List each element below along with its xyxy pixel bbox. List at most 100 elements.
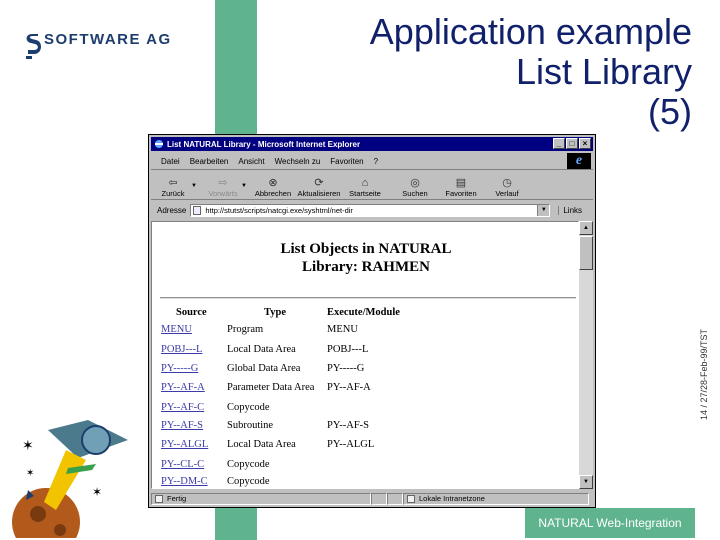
stop-button[interactable]: ⊗ Abbrechen (251, 171, 295, 199)
svg-text:✶: ✶ (22, 437, 34, 453)
page-content: List Objects in NATURAL Library: RAHMEN … (151, 221, 579, 489)
page-icon (193, 205, 202, 215)
toolbar: ⇦ Zurück ▼ ⇨ Vorwärts ▼ ⊗ Abbrechen ⟳ Ak… (151, 171, 593, 200)
scroll-up-icon[interactable]: ▲ (579, 221, 593, 235)
table-row: PY-----G Global Data Area PY-----G (152, 363, 578, 377)
source-link[interactable]: PY--DM-C (161, 476, 208, 487)
type-cell: Subroutine (227, 420, 274, 431)
refresh-icon: ⟳ (314, 177, 324, 189)
source-link[interactable]: PY--AF-A (161, 382, 205, 393)
window-title: List NATURAL Library - Microsoft Interne… (167, 139, 361, 149)
table-row: POBJ---L Local Data Area POBJ---L (152, 344, 578, 358)
page-heading-line-1: List Objects in NATURAL (280, 241, 452, 257)
source-link[interactable]: PY--CL-C (161, 459, 204, 470)
slide-title-line-2: List Library (515, 51, 692, 92)
svg-text:✶: ✶ (26, 468, 34, 479)
horizontal-rule (160, 297, 576, 299)
column-header-execute: Execute/Module (327, 307, 400, 318)
search-button[interactable]: ◎ Suchen (393, 171, 437, 199)
back-dropdown-icon[interactable]: ▼ (191, 183, 197, 189)
forward-button[interactable]: ⇨ Vorwärts ▼ (201, 171, 247, 199)
column-header-type: Type (264, 307, 286, 318)
status-text: Fertig (167, 494, 187, 503)
menu-datei[interactable]: Datei (161, 157, 180, 166)
menu-help[interactable]: ? (374, 157, 378, 166)
type-cell: Copycode (227, 459, 270, 470)
source-link[interactable]: POBJ---L (161, 344, 202, 355)
menu-wechseln-zu[interactable]: Wechseln zu (275, 157, 321, 166)
search-icon: ◎ (410, 177, 420, 189)
address-input[interactable]: http://stutst/scripts/natcgi.exe/syshtml… (190, 203, 551, 217)
stop-icon: ⊗ (268, 177, 278, 189)
page-status-icon (155, 494, 163, 503)
slide-title-line-1: Application example (369, 11, 692, 52)
page-heading-line-2: Library: RAHMEN (302, 259, 430, 275)
slide-title-line-3: (5) (648, 91, 692, 132)
execute-cell: PY-----G (327, 363, 365, 374)
browser-window: List NATURAL Library - Microsoft Interne… (148, 134, 596, 508)
vertical-scrollbar[interactable]: ▲ ▼ (579, 221, 593, 489)
home-button[interactable]: ⌂ Startseite (343, 171, 387, 199)
intranet-zone-icon (407, 494, 415, 503)
slide-stamp: 14 / 27/28-Feb-99/TST (699, 328, 709, 420)
space-clipart-illustration: ✶ ✶ ✶ (12, 420, 128, 538)
type-cell: Local Data Area (227, 439, 296, 450)
forward-arrow-icon: ⇨ (218, 177, 228, 189)
table-row: MENU Program MENU (152, 324, 578, 338)
address-label: Adresse (157, 205, 187, 215)
status-bar: Fertig Lokale Intranetzone (151, 491, 593, 506)
refresh-button[interactable]: ⟳ Aktualisieren (295, 171, 343, 199)
table-row: PY--DM-C Copycode (152, 476, 578, 488)
type-cell: Copycode (227, 476, 270, 487)
links-button[interactable]: Links (558, 205, 582, 215)
favorites-button[interactable]: ▤ Favoriten (437, 171, 485, 199)
menu-favoriten[interactable]: Favoriten (330, 157, 363, 166)
type-cell: Parameter Data Area (227, 382, 315, 393)
home-icon: ⌂ (361, 177, 369, 189)
table-row: PY--AF-C Copycode (152, 402, 578, 416)
execute-cell: PY--AF-S (327, 420, 370, 431)
logo-text: SOFTWARE AG (44, 31, 172, 48)
window-titlebar[interactable]: List NATURAL Library - Microsoft Interne… (151, 137, 593, 151)
slide-title: Application example List Library (5) (272, 12, 692, 132)
type-cell: Global Data Area (227, 363, 301, 374)
back-arrow-icon: ⇦ (168, 177, 178, 189)
table-row: PY--AF-S Subroutine PY--AF-S (152, 420, 578, 434)
type-cell: Local Data Area (227, 344, 296, 355)
close-button[interactable]: × (579, 138, 591, 149)
menu-bar: Datei Bearbeiten Ansicht Wechseln zu Fav… (151, 153, 593, 170)
source-link[interactable]: PY--AF-C (161, 402, 204, 413)
menu-bearbeiten[interactable]: Bearbeiten (190, 157, 229, 166)
column-header-source: Source (176, 307, 207, 318)
minimize-button[interactable]: _ (553, 138, 565, 149)
table-row: PY--AF-A Parameter Data Area PY--AF-A (152, 382, 578, 396)
table-row: PY--CL-C Copycode (152, 459, 578, 473)
source-link[interactable]: PY--ALGL (161, 439, 208, 450)
source-link[interactable]: PY--AF-S (161, 420, 203, 431)
svg-text:✶: ✶ (92, 485, 102, 499)
back-button[interactable]: ⇦ Zurück ▼ (151, 171, 197, 199)
scroll-thumb[interactable] (579, 236, 593, 270)
address-dropdown-icon[interactable]: ▼ (537, 204, 550, 216)
menu-ansicht[interactable]: Ansicht (238, 157, 264, 166)
favorites-icon: ▤ (455, 177, 467, 189)
source-link[interactable]: PY-----G (161, 363, 198, 374)
source-link[interactable]: MENU (161, 324, 192, 335)
type-cell: Program (227, 324, 264, 335)
ie-logo-icon: e (567, 153, 591, 169)
status-zone: Lokale Intranetzone (403, 492, 589, 505)
address-bar: Adresse http://stutst/scripts/natcgi.exe… (151, 201, 593, 219)
scroll-down-icon[interactable]: ▼ (579, 475, 593, 489)
execute-cell: POBJ---L (327, 344, 369, 355)
page-heading: List Objects in NATURAL Library: RAHMEN (152, 240, 578, 276)
footer-label: NATURAL Web-Integration (525, 508, 695, 538)
execute-cell: PY--AF-A (327, 382, 371, 393)
table-row: PY--ALGL Local Data Area PY--ALGL (152, 439, 578, 453)
maximize-button[interactable]: □ (566, 138, 578, 149)
forward-dropdown-icon[interactable]: ▼ (241, 183, 247, 189)
execute-cell: PY--ALGL (327, 439, 375, 450)
status-cell-main: Fertig (151, 492, 371, 505)
history-button[interactable]: ◷ Verlauf (485, 171, 529, 199)
execute-cell: MENU (327, 324, 358, 335)
ie-icon (155, 140, 163, 148)
